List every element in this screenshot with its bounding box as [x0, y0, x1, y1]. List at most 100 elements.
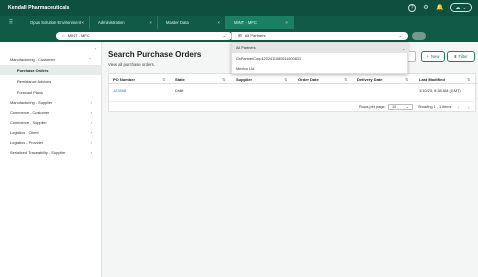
go-button[interactable] — [412, 31, 426, 40]
building-icon: ⌂ — [62, 33, 65, 38]
last-modified-cell: 1/10/25, 8:38 AM (GMT) — [419, 88, 461, 93]
filter-button-label: Filter — [458, 54, 468, 59]
context-select[interactable]: ⌂ MINT - MFC ⌄ — [56, 31, 232, 40]
rows-per-page-select[interactable]: 10 ⌄ — [388, 104, 413, 110]
column-header-state[interactable]: State — [175, 74, 185, 84]
option-label: Mexico Ltd — [236, 67, 255, 71]
option-label: All Partners — [236, 46, 256, 50]
dropdown-option-all-partners[interactable]: All Partners ⌄ — [232, 43, 409, 53]
sidebar-item-label: Manufacturing - Supplier — [10, 99, 53, 105]
sort-icon[interactable]: ⇅ — [344, 74, 347, 84]
sidebar-item-commerce-customer[interactable]: Commerce - Customer › — [0, 107, 102, 117]
column-header-supplier[interactable]: Supplier — [236, 74, 252, 84]
column-header-po-number[interactable]: PO Number — [113, 74, 135, 84]
cloud-icon: ☁ — [455, 4, 461, 11]
chevron-down-icon: ⌄ — [462, 4, 467, 11]
close-icon[interactable]: × — [217, 20, 220, 25]
sidebar-item-logistics-provider[interactable]: Logistics - Provider › — [0, 137, 102, 147]
settings-icon[interactable]: ⚙ — [422, 4, 430, 12]
sidebar-item-commerce-supplier[interactable]: Commerce - Supplier › — [0, 117, 102, 127]
chevron-down-icon: ⌄ — [222, 33, 226, 38]
column-header-delivery-date[interactable]: Delivery Date — [357, 74, 382, 84]
partner-dropdown: All Partners ⌄ GsPartnerCorp120241108051… — [231, 42, 409, 74]
help-icon[interactable]: ? — [408, 3, 416, 12]
rows-per-page-label: Rows per page: — [359, 105, 386, 109]
chevron-right-icon: › — [90, 129, 92, 135]
option-label: GsPartnerCorp1202411080511600831 — [236, 57, 302, 61]
chevron-right-icon: › — [90, 109, 92, 115]
sidebar-item-label: Commerce - Supplier — [10, 119, 47, 125]
sort-icon[interactable]: ⇅ — [284, 74, 287, 84]
sort-icon[interactable]: ⇅ — [405, 74, 408, 84]
sidebar-item-purchase-orders[interactable]: Purchase Orders — [0, 65, 102, 75]
tab-label: Opus Solution Environment — [30, 20, 81, 25]
partner-value: All Partners — [244, 33, 266, 38]
sort-icon[interactable]: ⇅ — [467, 74, 470, 84]
filter-button[interactable]: ⩩ Filter — [447, 51, 475, 62]
chevron-down-icon: ⌄ — [398, 33, 402, 38]
page-title: Search Purchase Orders — [108, 50, 202, 59]
sidebar-item-label: Remittance Advices — [17, 78, 52, 84]
showing-count: Showing 1 - 1 items — [418, 105, 452, 109]
tab-master-data[interactable]: Master Data × — [158, 16, 226, 29]
sidebar-item-manufacturing-supplier[interactable]: Manufacturing - Supplier › — [0, 97, 102, 107]
chevron-down-icon: ⌄ — [401, 46, 405, 51]
column-header-last-modified[interactable]: Last Modified — [419, 74, 445, 84]
new-button-label: New — [431, 54, 440, 59]
tab-bar: ⠿ Opus Solution Environment × Administra… — [0, 16, 478, 29]
tab-opus-solution-environment[interactable]: Opus Solution Environment × — [22, 16, 90, 29]
filter-icon: ⩩ — [454, 54, 457, 59]
tab-label: MINT - MFC — [234, 20, 257, 25]
sidebar: ‹ Manufacturing - Customer ⌃ Purchase Or… — [0, 42, 102, 277]
sidebar-item-serialized-traceability-supplier[interactable]: Serialized Traceability - Supplier › — [0, 147, 102, 157]
sidebar-item-logistics-client[interactable]: Logistics - Client › — [0, 127, 102, 137]
new-button[interactable]: + New — [421, 51, 445, 62]
partners-icon: ⊞ — [238, 32, 242, 38]
bell-icon[interactable]: 🔔 — [436, 4, 444, 12]
next-page-icon[interactable]: › — [468, 102, 469, 112]
page-subtitle: View all purchase orders. — [108, 62, 155, 67]
app-grid-icon[interactable]: ⠿ — [0, 16, 22, 29]
sidebar-item-label: Logistics - Provider — [10, 139, 44, 145]
plus-icon: + — [426, 54, 430, 59]
header-actions: ? ⚙ 🔔 ☁ ⌄ — [408, 3, 472, 12]
sidebar-item-label: Logistics - Client — [10, 129, 39, 135]
po-number-link[interactable]: 123456 — [113, 86, 126, 95]
sidebar-item-forecast-plans[interactable]: Forecast Plans — [0, 87, 102, 97]
sidebar-item-remittance-advices[interactable]: Remittance Advices — [0, 76, 102, 86]
sidebar-item-label: Commerce - Customer — [10, 109, 50, 115]
column-header-order-date[interactable]: Order Date — [298, 74, 319, 84]
dropdown-option-gspartnercorp[interactable]: GsPartnerCorp1202411080511600831 — [232, 54, 409, 64]
chevron-down-icon: ⌄ — [405, 105, 409, 109]
dropdown-option-mexico-ltd[interactable]: Mexico Ltd — [232, 64, 409, 74]
tab-administration[interactable]: Administration × — [90, 16, 158, 29]
table-row[interactable]: 123456 Draft 1/10/25, 8:38 AM (GMT) — [109, 86, 477, 95]
sidebar-item-label: Purchase Orders — [17, 67, 49, 73]
chevron-right-icon: › — [90, 119, 92, 125]
close-icon[interactable]: × — [81, 20, 84, 25]
sort-icon[interactable]: ⇅ — [162, 74, 165, 84]
chevron-right-icon: › — [90, 139, 92, 145]
purchase-orders-table: PO Number ⇅ State ⇅ Supplier ⇅ Order Dat… — [108, 73, 477, 112]
chevron-up-icon: ⌃ — [88, 56, 92, 62]
sort-icon[interactable]: ⇅ — [222, 74, 225, 84]
brand-name: Kendall Pharmaceuticals — [8, 5, 70, 11]
cloud-menu-button[interactable]: ☁ ⌄ — [450, 3, 472, 12]
close-icon[interactable]: × — [285, 20, 288, 25]
state-cell: Draft — [175, 88, 184, 93]
collapse-sidebar-icon[interactable]: ‹ — [95, 46, 97, 51]
sidebar-item-manufacturing-customer[interactable]: Manufacturing - Customer ⌃ — [0, 54, 102, 64]
close-icon[interactable]: × — [149, 20, 152, 25]
prev-page-icon[interactable]: ‹ — [458, 102, 459, 112]
tab-label: Master Data — [166, 20, 189, 25]
context-bar: ⌂ MINT - MFC ⌄ ⊞ All Partners ⌄ — [0, 29, 478, 42]
partner-select[interactable]: ⊞ All Partners ⌄ — [231, 31, 408, 40]
app-header: Kendall Pharmaceuticals ? ⚙ 🔔 ☁ ⌄ — [0, 0, 478, 16]
chevron-right-icon: › — [90, 149, 92, 155]
pagination: Rows per page: 10 ⌄ Showing 1 - 1 items … — [109, 101, 477, 111]
sidebar-item-label: Forecast Plans — [17, 89, 43, 95]
sidebar-item-label: Serialized Traceability - Supplier — [10, 149, 66, 155]
tab-mint-mfc[interactable]: MINT - MFC × — [226, 16, 294, 29]
tab-label: Administration — [98, 20, 125, 25]
context-value: MINT - MFC — [67, 33, 90, 38]
